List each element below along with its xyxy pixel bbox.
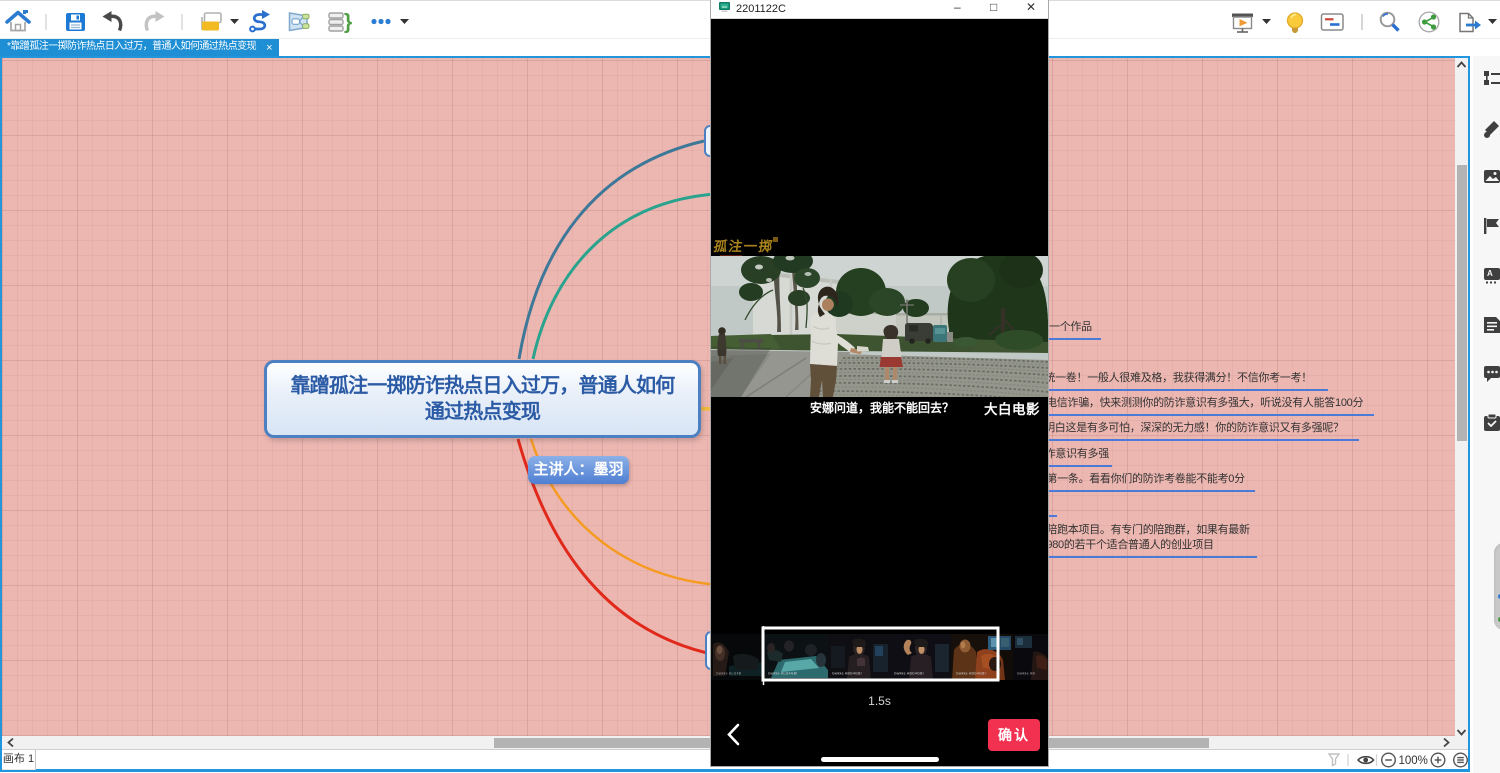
svg-text:Gwkke ABG4GB!: Gwkke ABG4GB! [832, 672, 862, 676]
svg-text:A: A [1487, 269, 1493, 278]
svg-text:Gwkke ABG4GB!: Gwkke ABG4GB! [894, 672, 924, 676]
svg-text:孤注一掷: 孤注一掷 [713, 238, 775, 254]
svg-text:Gwkke ABG4GB!: Gwkke ABG4GB! [956, 672, 986, 676]
svg-text:}: } [344, 11, 352, 34]
svg-text:100%: 100% [1399, 755, 1428, 767]
svg-text:Gwkke ALG4GB!: Gwkke ALG4GB! [768, 672, 798, 676]
